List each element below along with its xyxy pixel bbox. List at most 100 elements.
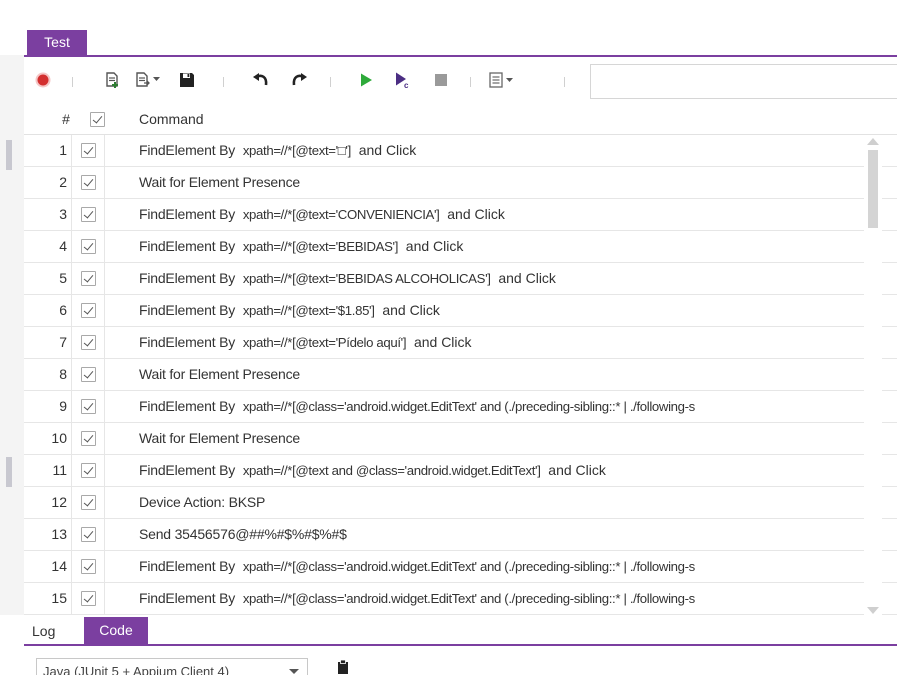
command-keyword: Send 35456576@##%#$%#$%#$	[139, 526, 347, 542]
table-row[interactable]: 5 FindElement By xpath=//*[@text='BEBIDA…	[24, 263, 897, 295]
table-row[interactable]: 6 FindElement By xpath=//*[@text='$1.85'…	[24, 295, 897, 327]
command-keyword: FindElement By	[139, 206, 236, 222]
row-checkbox[interactable]	[81, 591, 96, 606]
row-checkbox[interactable]	[81, 559, 96, 574]
table-row[interactable]: 11 FindElement By xpath=//*[@text and @c…	[24, 455, 897, 487]
row-checkbox[interactable]	[81, 463, 96, 478]
undo-button[interactable]	[248, 67, 274, 93]
run-icon	[361, 73, 372, 87]
row-checkbox[interactable]	[81, 239, 96, 254]
row-checkbox[interactable]	[81, 303, 96, 318]
table-row[interactable]: 9 FindElement By xpath=//*[@class='andro…	[24, 391, 897, 423]
table-row[interactable]: 8 Wait for Element Presence	[24, 359, 897, 391]
row-checkbox[interactable]	[81, 495, 96, 510]
command-keyword: FindElement By	[139, 398, 236, 414]
toolbar-separator	[564, 77, 565, 87]
row-command[interactable]: Device Action: BKSP	[139, 487, 864, 518]
table-row[interactable]: 3 FindElement By xpath=//*[@text='CONVEN…	[24, 199, 897, 231]
command-keyword: FindElement By	[139, 238, 236, 254]
search-input[interactable]	[590, 64, 897, 99]
run-from-cursor-button[interactable]: c	[390, 67, 416, 93]
language-select[interactable]: Java (JUnit 5 + Appium Client 4)	[36, 658, 308, 675]
row-command[interactable]: Wait for Element Presence	[139, 359, 864, 390]
table-row[interactable]: 1 FindElement By xpath=//*[@text='□'] an…	[24, 135, 897, 167]
command-locator: xpath=//*[@text='BEBIDAS ALCOHOLICAS']	[242, 271, 491, 286]
clipboard-icon[interactable]	[337, 660, 349, 674]
row-command[interactable]: FindElement By xpath=//*[@text and @clas…	[139, 455, 864, 486]
scroll-up-arrow-icon[interactable]	[867, 138, 879, 145]
table-row[interactable]: 12 Device Action: BKSP	[24, 487, 897, 519]
scrollbar-thumb[interactable]	[868, 150, 878, 228]
table-row[interactable]: 4 FindElement By xpath=//*[@text='BEBIDA…	[24, 231, 897, 263]
command-keyword: Wait for Element Presence	[139, 174, 300, 190]
undo-icon	[253, 73, 268, 86]
row-checkbox[interactable]	[81, 367, 96, 382]
row-number: 9	[24, 391, 72, 422]
command-action: and Click	[382, 302, 440, 318]
tab-log[interactable]: Log	[32, 623, 55, 639]
row-checkbox[interactable]	[81, 527, 96, 542]
record-button[interactable]	[30, 67, 56, 93]
table-row[interactable]: 13 Send 35456576@##%#$%#$%#$	[24, 519, 897, 551]
format-menu-button[interactable]	[485, 67, 521, 93]
command-locator: xpath=//*[@text='BEBIDAS']	[242, 239, 399, 254]
stop-icon	[435, 74, 447, 86]
column-header-number: #	[62, 111, 70, 127]
record-icon	[35, 72, 51, 88]
command-keyword: FindElement By	[139, 334, 236, 350]
row-checkbox[interactable]	[81, 271, 96, 286]
row-checkbox[interactable]	[81, 335, 96, 350]
row-checkbox[interactable]	[81, 175, 96, 190]
row-command[interactable]: FindElement By xpath=//*[@text='CONVENIE…	[139, 199, 864, 230]
row-checkbox[interactable]	[81, 399, 96, 414]
add-step-dropdown-button[interactable]	[131, 67, 167, 93]
toolbar-separator	[330, 77, 331, 87]
command-action: and Click	[405, 238, 464, 254]
table-header: # Command	[24, 105, 897, 134]
redo-button[interactable]	[286, 67, 312, 93]
test-tab-bar: Test	[24, 30, 897, 57]
table-row[interactable]: 15 FindElement By xpath=//*[@class='andr…	[24, 583, 897, 615]
tab-code[interactable]: Code	[84, 617, 148, 644]
table-row[interactable]: 7 FindElement By xpath=//*[@text='Pídelo…	[24, 327, 897, 359]
toolbar-separator	[470, 77, 471, 87]
scroll-down-arrow-icon[interactable]	[867, 607, 879, 614]
stop-button[interactable]	[428, 67, 454, 93]
new-step-icon	[106, 72, 118, 88]
row-checkbox[interactable]	[81, 431, 96, 446]
vertical-scrollbar[interactable]	[864, 135, 882, 617]
command-action: and Click	[447, 206, 505, 222]
row-command[interactable]: FindElement By xpath=//*[@text='$1.85'] …	[139, 295, 864, 326]
table-row[interactable]: 14 FindElement By xpath=//*[@class='andr…	[24, 551, 897, 583]
row-command[interactable]: Wait for Element Presence	[139, 167, 864, 198]
table-body: 1 FindElement By xpath=//*[@text='□'] an…	[24, 134, 897, 617]
new-step-button[interactable]	[99, 67, 125, 93]
tab-test[interactable]: Test	[27, 30, 87, 55]
row-command[interactable]: FindElement By xpath=//*[@class='android…	[139, 391, 864, 422]
toolbar-separator	[223, 77, 224, 87]
row-number: 2	[24, 167, 72, 198]
command-locator: xpath=//*[@class='android.widget.EditTex…	[242, 591, 695, 606]
row-command[interactable]: FindElement By xpath=//*[@class='android…	[139, 551, 864, 582]
redo-icon	[292, 73, 307, 86]
save-button[interactable]	[174, 67, 200, 93]
run-button[interactable]	[353, 67, 379, 93]
row-command[interactable]: Send 35456576@##%#$%#$%#$	[139, 519, 864, 550]
table-row[interactable]: 2 Wait for Element Presence	[24, 167, 897, 199]
row-checkbox[interactable]	[81, 207, 96, 222]
row-command[interactable]: FindElement By xpath=//*[@class='android…	[139, 583, 864, 614]
table-row[interactable]: 10 Wait for Element Presence	[24, 423, 897, 455]
chevron-down-icon	[289, 669, 299, 674]
row-command[interactable]: FindElement By xpath=//*[@text='BEBIDAS …	[139, 263, 864, 294]
row-command[interactable]: FindElement By xpath=//*[@text='BEBIDAS'…	[139, 231, 864, 262]
row-command[interactable]: Wait for Element Presence	[139, 423, 864, 454]
command-keyword: FindElement By	[139, 270, 236, 286]
gutter-marker	[6, 140, 12, 170]
row-checkbox[interactable]	[81, 143, 96, 158]
row-command[interactable]: FindElement By xpath=//*[@text='□'] and …	[139, 135, 864, 166]
gutter-marker	[6, 457, 12, 487]
row-command[interactable]: FindElement By xpath=//*[@text='Pídelo a…	[139, 327, 864, 358]
select-all-checkbox[interactable]	[90, 112, 105, 127]
command-locator: xpath=//*[@class='android.widget.EditTex…	[242, 399, 695, 414]
column-header-command[interactable]: Command	[139, 111, 204, 127]
